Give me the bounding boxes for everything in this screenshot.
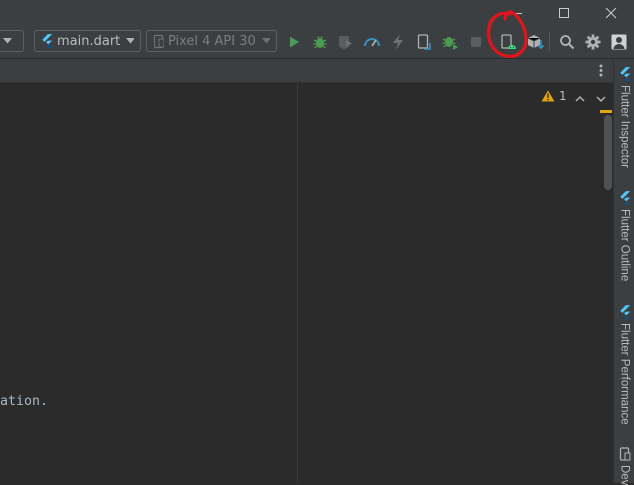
- main-toolbar: main.dart Pixel 4 API 30: [0, 10, 634, 59]
- tab-label: Flutter Performance: [618, 323, 631, 425]
- flutter-icon: [42, 34, 53, 48]
- chevron-down-icon: [126, 38, 134, 44]
- toolbar-separator: [549, 33, 550, 51]
- flutter-icon: [619, 67, 630, 81]
- run-config-selector[interactable]: main.dart: [34, 30, 141, 52]
- tab-device-file-explorer[interactable]: Dev: [614, 447, 634, 485]
- warning-icon: [541, 90, 555, 102]
- code-editor[interactable]: [0, 83, 613, 483]
- stop-button[interactable]: [466, 32, 486, 52]
- tab-flutter-performance[interactable]: Flutter Performance: [614, 305, 634, 425]
- search-everywhere-button[interactable]: [557, 32, 577, 52]
- tab-label: Dev: [618, 465, 631, 485]
- module-selector[interactable]: [0, 30, 24, 52]
- attach-bug-icon: [442, 37, 458, 50]
- play-icon: [290, 36, 299, 48]
- device-label: Pixel 4 API 30: [167, 33, 256, 49]
- warning-count: 1: [559, 89, 567, 103]
- title-bar: [0, 0, 634, 26]
- device-icon: [619, 447, 630, 461]
- right-margin-guide: [297, 83, 298, 483]
- flutter-icon: [619, 191, 630, 205]
- right-tool-window-bar: Flutter Inspector Flutter Outline Flutte…: [613, 59, 634, 485]
- chevron-up-icon: [575, 95, 585, 102]
- stop-icon: [471, 37, 481, 47]
- editor-tab-strip: [0, 59, 613, 83]
- tab-label: Flutter Outline: [618, 209, 631, 282]
- settings-button[interactable]: [583, 32, 603, 52]
- highlight-annotation: [487, 10, 528, 58]
- previous-highlight-button[interactable]: [574, 90, 586, 102]
- hot-restart-button[interactable]: [414, 32, 434, 52]
- next-highlight-button[interactable]: [595, 90, 607, 103]
- maximize-icon: [559, 8, 569, 18]
- bug-icon: [313, 36, 327, 49]
- close-icon: [605, 7, 617, 19]
- chevron-down-icon: [3, 38, 12, 44]
- account-button[interactable]: [609, 32, 629, 52]
- more-vertical-icon: [599, 64, 603, 76]
- tab-options-button[interactable]: [593, 62, 609, 78]
- user-icon: [611, 34, 627, 50]
- run-config-label: main.dart: [57, 33, 121, 49]
- gauge-icon: [364, 38, 380, 47]
- maximize-button[interactable]: [541, 0, 587, 26]
- chevron-down-icon: [261, 38, 270, 44]
- run-with-coverage-button[interactable]: [335, 32, 355, 52]
- profile-button[interactable]: [362, 32, 382, 52]
- editor-scrollbar[interactable]: [604, 115, 612, 190]
- tab-flutter-outline[interactable]: Flutter Outline: [614, 191, 634, 281]
- tab-label: Flutter Inspector: [618, 85, 631, 169]
- debug-button[interactable]: [310, 32, 330, 52]
- attach-debugger-button[interactable]: [440, 32, 460, 52]
- chevron-down-icon: [596, 96, 606, 103]
- phone-restart-icon: [417, 34, 431, 50]
- close-button[interactable]: [588, 0, 634, 26]
- search-icon: [560, 35, 575, 50]
- warning-stripe-marker[interactable]: [600, 110, 612, 113]
- gear-icon: [585, 34, 601, 50]
- inspection-widget[interactable]: 1: [541, 89, 567, 103]
- run-button[interactable]: [284, 32, 304, 52]
- tab-flutter-inspector[interactable]: Flutter Inspector: [614, 67, 634, 168]
- phone-icon: [153, 34, 164, 48]
- code-line[interactable]: ation.: [0, 394, 48, 409]
- device-selector[interactable]: Pixel 4 API 30: [146, 30, 277, 52]
- lightning-icon: [393, 34, 403, 50]
- coverage-icon: [339, 36, 352, 49]
- hot-reload-button[interactable]: [388, 32, 408, 52]
- flutter-icon: [619, 305, 630, 319]
